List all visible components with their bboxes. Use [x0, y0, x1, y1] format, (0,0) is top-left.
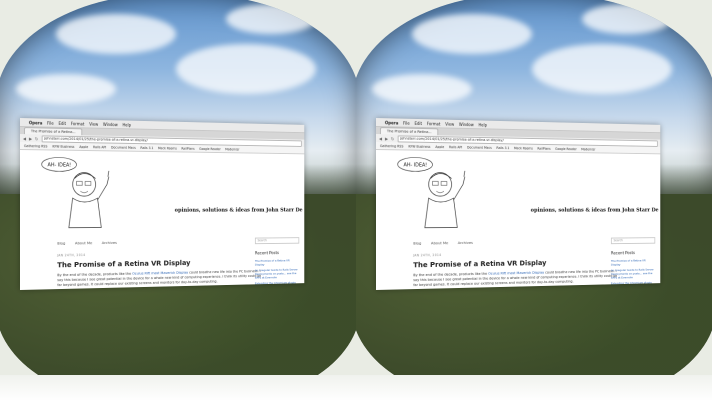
- menu-item-view[interactable]: View: [89, 121, 98, 126]
- menu-item-file[interactable]: File: [47, 120, 54, 125]
- browser-tab[interactable]: The Promise of a Retina...: [24, 127, 82, 135]
- menu-item-window[interactable]: Window: [459, 121, 474, 126]
- menu-item-opera[interactable]: Opera: [385, 120, 398, 125]
- bookmark-item[interactable]: Apple: [79, 145, 88, 149]
- browser-window: Opera File Edit Format View Window Help …: [376, 118, 660, 290]
- nav-archives-link[interactable]: Archives: [458, 240, 473, 245]
- recent-posts-heading: Recent Posts: [255, 251, 299, 256]
- search-input[interactable]: Search: [611, 237, 655, 244]
- bookmark-item[interactable]: Rails API: [93, 145, 106, 149]
- bookmark-item[interactable]: KFW Business: [408, 144, 430, 148]
- blog-navigation: Blog About Me Archives: [413, 240, 473, 246]
- bookmark-item[interactable]: Gathering RSS: [380, 144, 404, 148]
- bookmark-item[interactable]: KFW Business: [52, 144, 74, 148]
- reload-icon[interactable]: ↻: [35, 136, 38, 141]
- bookmark-item[interactable]: RailPlans: [181, 146, 194, 150]
- bookmark-item[interactable]: Gathering RSS: [24, 144, 48, 148]
- menu-item-file[interactable]: File: [403, 120, 410, 125]
- nav-archives-link[interactable]: Archives: [102, 240, 117, 245]
- post-title[interactable]: The Promise of a Retina VR Display: [57, 258, 190, 269]
- bookmark-item[interactable]: Modernizr: [225, 147, 239, 151]
- reload-icon[interactable]: ↻: [391, 136, 394, 141]
- menu-item-edit[interactable]: Edit: [415, 120, 422, 125]
- bookmark-item[interactable]: Document Macs: [467, 145, 492, 149]
- nav-blog-link[interactable]: Blog: [413, 241, 421, 246]
- menu-item-edit[interactable]: Edit: [59, 120, 66, 125]
- author-sketch-illustration: AH- IDEA!: [38, 154, 124, 232]
- forward-icon[interactable]: ▶: [29, 136, 32, 141]
- right-eye-view: Opera File Edit Format View Window Help …: [356, 0, 712, 401]
- menu-item-format[interactable]: Format: [71, 121, 85, 126]
- bookmark-item[interactable]: Rails 3.1: [140, 146, 153, 150]
- recent-post-link[interactable]: An Irregular Guide to Rails Server Deplo…: [255, 268, 299, 280]
- menu-item-help[interactable]: Help: [478, 122, 487, 127]
- bookmark-item[interactable]: Rails 3.1: [496, 146, 509, 150]
- author-sketch-illustration: AH- IDEA!: [394, 154, 480, 232]
- menu-item-window[interactable]: Window: [103, 121, 118, 126]
- browser-tab[interactable]: The Promise of a Retina...: [380, 127, 438, 135]
- post-date: JAN 24TH, 2014: [413, 253, 441, 257]
- recent-post-link[interactable]: The Promise of a Retina VR Display: [255, 258, 299, 266]
- bookmark-item[interactable]: Apple: [435, 145, 444, 149]
- post-title[interactable]: The Promise of a Retina VR Display: [413, 258, 546, 269]
- recent-post-link[interactable]: An Irregular Guide to Rails Server Deplo…: [611, 268, 655, 280]
- menu-item-opera[interactable]: Opera: [29, 120, 42, 125]
- page-content: AH- IDEA! opinions, solutions & ideas fr…: [376, 150, 660, 290]
- blog-tagline: opinions, solutions & ideas from John St…: [175, 208, 303, 214]
- bookmark-item[interactable]: Mock Rooms: [514, 146, 533, 150]
- menu-item-help[interactable]: Help: [122, 122, 131, 127]
- blog-tagline: opinions, solutions & ideas from John St…: [531, 208, 659, 214]
- browser-window: Opera File Edit Format View Window Help …: [20, 118, 304, 290]
- left-eye-view: Opera File Edit Format View Window Help …: [0, 0, 356, 401]
- bookmark-item[interactable]: Mock Rooms: [158, 146, 177, 150]
- nav-blog-link[interactable]: Blog: [57, 241, 65, 246]
- bookmark-item[interactable]: Google Reader: [199, 147, 221, 151]
- bookmark-item[interactable]: Rails API: [449, 145, 462, 149]
- bookmark-item[interactable]: Modernizr: [581, 147, 595, 151]
- recent-posts-heading: Recent Posts: [611, 251, 655, 256]
- menu-item-format[interactable]: Format: [427, 121, 441, 126]
- sketch-bubble-text: AH- IDEA!: [404, 162, 428, 168]
- nav-about-link[interactable]: About Me: [431, 240, 448, 245]
- post-date: JAN 24TH, 2014: [57, 253, 85, 257]
- bookmark-item[interactable]: RailPlans: [537, 146, 550, 150]
- bookmark-item[interactable]: Google Reader: [555, 147, 577, 151]
- nav-about-link[interactable]: About Me: [75, 240, 92, 245]
- sketch-bubble-text: AH- IDEA!: [48, 162, 72, 168]
- page-content: AH- IDEA! opinions, solutions & ideas fr…: [20, 150, 304, 290]
- lens-bezel: [0, 375, 356, 401]
- menu-item-view[interactable]: View: [445, 121, 454, 126]
- recent-post-link[interactable]: The Promise of a Retina VR Display: [611, 258, 655, 266]
- blog-navigation: Blog About Me Archives: [57, 240, 117, 246]
- back-icon[interactable]: ◀: [23, 136, 26, 141]
- back-icon[interactable]: ◀: [379, 136, 382, 141]
- bookmark-item[interactable]: Document Macs: [111, 145, 136, 149]
- lens-bezel: [356, 375, 712, 401]
- search-input[interactable]: Search: [255, 237, 299, 244]
- forward-icon[interactable]: ▶: [385, 136, 388, 141]
